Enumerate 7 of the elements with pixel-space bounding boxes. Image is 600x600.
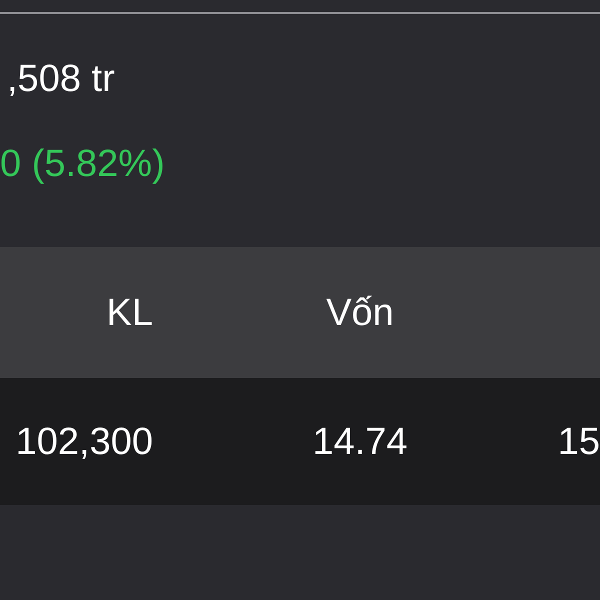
column-header: Vốn [325,292,395,334]
total-value: ,508 tr [7,59,115,99]
table-cell: 15 [558,420,600,462]
table-cell-text: 14.74 [311,420,409,462]
change-text: 0 (5.82%) [0,144,165,184]
column-header: KL [106,292,153,334]
table-cell-text: 102,300 [14,420,153,462]
